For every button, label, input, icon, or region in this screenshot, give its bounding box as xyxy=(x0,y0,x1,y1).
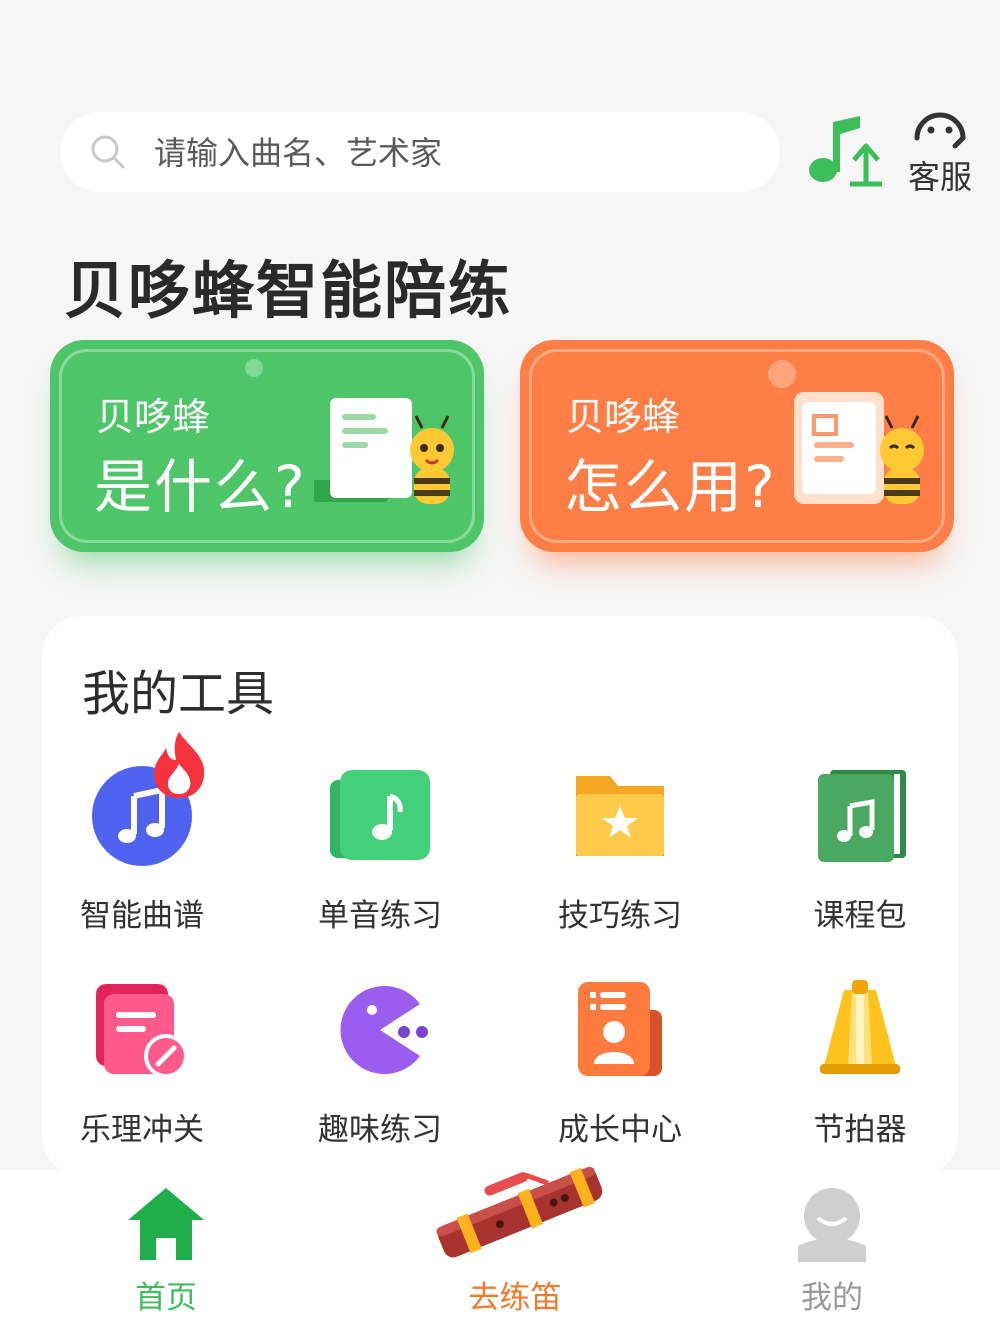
tool-fun-practice[interactable]: 趣味练习 xyxy=(280,980,480,1180)
promo-card-what-is[interactable]: 贝哆蜂 是什么? xyxy=(50,340,484,552)
search-icon xyxy=(91,135,125,169)
tool-label: 成长中心 xyxy=(558,1112,682,1148)
customer-service-button[interactable]: 客服 xyxy=(905,108,975,196)
page-title: 贝哆蜂智能陪练 xyxy=(64,254,513,327)
flute-icon xyxy=(436,1166,603,1258)
green-note-card-icon xyxy=(330,770,430,860)
nav-mine-label: 我的 xyxy=(801,1280,863,1316)
tool-label: 课程包 xyxy=(813,898,907,934)
tool-label: 趣味练习 xyxy=(318,1112,442,1148)
hot-flame-icon xyxy=(154,732,205,798)
search-bar[interactable] xyxy=(60,112,780,194)
pacman-icon xyxy=(340,986,428,1074)
home-icon xyxy=(128,1188,204,1260)
tool-smart-score[interactable]: 智能曲谱 xyxy=(42,732,242,966)
music-upload-icon xyxy=(809,116,882,187)
tool-course-pack[interactable]: 课程包 xyxy=(760,766,960,966)
tool-label: 节拍器 xyxy=(813,1112,907,1148)
edit-note-icon xyxy=(96,984,188,1078)
my-tools-panel: 我的工具 智能曲谱 单音练习 技巧练习 课程包 乐理冲关 趣味练习 成长中心 节… xyxy=(42,616,958,1176)
music-book-icon xyxy=(818,770,906,862)
nav-home-label: 首页 xyxy=(135,1280,197,1316)
card-title: 是什么? xyxy=(94,453,307,521)
card-subtitle: 贝哆蜂 xyxy=(566,395,681,439)
customer-service-label: 客服 xyxy=(907,158,972,196)
search-input[interactable] xyxy=(152,112,756,194)
tool-technique[interactable]: 技巧练习 xyxy=(520,766,720,966)
headset-icon xyxy=(914,112,966,149)
profile-icon xyxy=(798,1188,866,1262)
bee-tablet-illustration xyxy=(794,392,924,504)
profile-card-icon xyxy=(578,982,662,1076)
tool-label: 单音练习 xyxy=(318,898,442,934)
decor-circle xyxy=(245,359,263,377)
tools-title: 我的工具 xyxy=(82,666,275,722)
promo-card-how-to-use[interactable]: 贝哆蜂 怎么用? xyxy=(520,340,954,552)
bottom-nav: 首页 去练笛 我的 xyxy=(0,1166,1000,1334)
tool-single-note[interactable]: 单音练习 xyxy=(280,766,480,966)
nav-practice-flute[interactable]: 去练笛 xyxy=(420,1160,610,1330)
tool-label: 智能曲谱 xyxy=(80,898,204,934)
tool-label: 技巧练习 xyxy=(558,898,682,934)
upload-music-button[interactable] xyxy=(806,114,886,190)
metronome-icon xyxy=(820,980,900,1074)
star-folder-icon xyxy=(576,776,664,856)
nav-practice-label: 去练笛 xyxy=(468,1280,562,1316)
bee-scroll-illustration xyxy=(314,398,454,504)
nav-home[interactable]: 首页 xyxy=(86,1170,246,1330)
tool-metronome[interactable]: 节拍器 xyxy=(760,980,960,1180)
tool-growth-center[interactable]: 成长中心 xyxy=(520,980,720,1180)
card-subtitle: 贝哆蜂 xyxy=(96,395,211,439)
tool-label: 乐理冲关 xyxy=(80,1112,204,1148)
nav-mine[interactable]: 我的 xyxy=(752,1170,912,1330)
tool-music-theory[interactable]: 乐理冲关 xyxy=(42,980,242,1180)
card-title: 怎么用? xyxy=(564,453,777,521)
